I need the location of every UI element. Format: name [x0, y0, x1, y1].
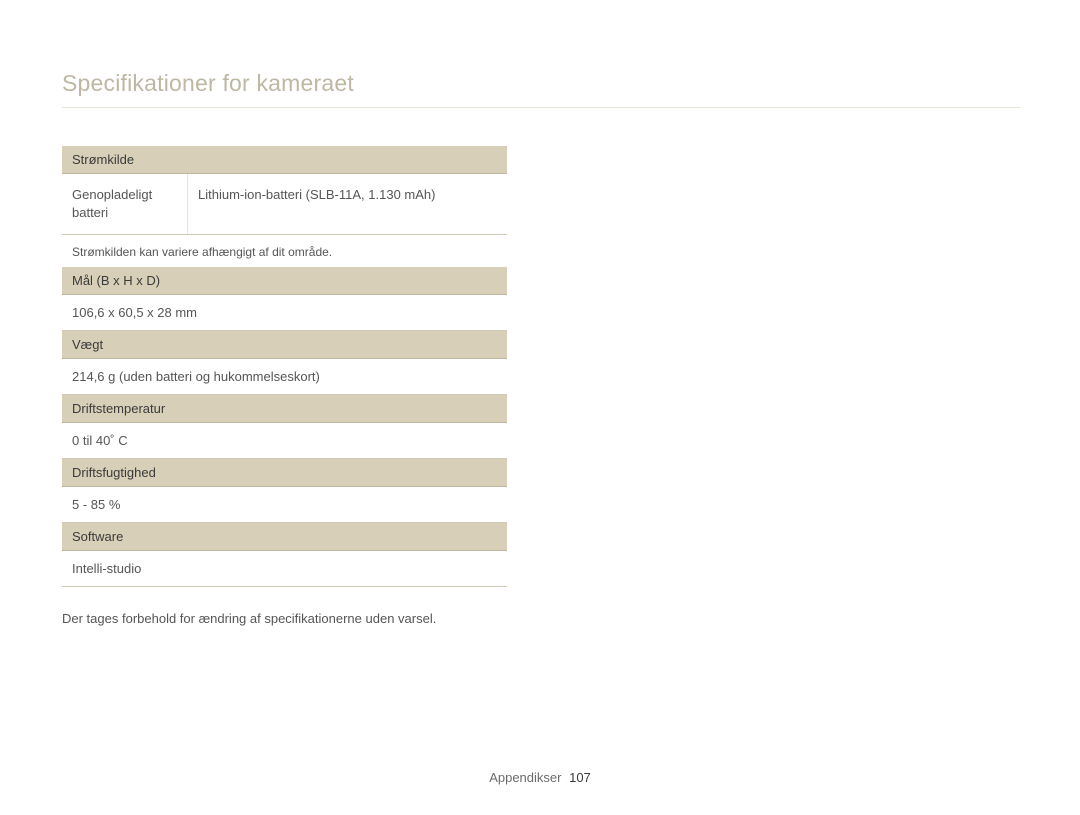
cell-value: 0 til 40˚ C: [62, 423, 507, 459]
cell-value: Lithium-ion-batteri (SLB-11A, 1.130 mAh): [188, 174, 507, 234]
table-row: Genopladeligt batteri Lithium-ion-batter…: [62, 174, 507, 235]
cell-label: Genopladeligt batteri: [62, 174, 188, 234]
cell-value: Intelli-studio: [62, 551, 507, 587]
disclaimer-text: Der tages forbehold for ændring af speci…: [62, 587, 507, 626]
footer-section: Appendikser: [489, 770, 561, 785]
section-header-software: Software: [62, 523, 507, 551]
spec-table: Strømkilde Genopladeligt batteri Lithium…: [62, 146, 507, 626]
power-note: Strømkilden kan variere afhængigt af dit…: [62, 235, 507, 267]
footer-page-number: 107: [569, 770, 591, 785]
section-header-dimensions: Mål (B x H x D): [62, 267, 507, 295]
section-header-ophum: Driftsfugtighed: [62, 459, 507, 487]
section-header-power: Strømkilde: [62, 146, 507, 174]
section-header-optemp: Driftstemperatur: [62, 395, 507, 423]
page-title: Specifikationer for kameraet: [62, 70, 1020, 108]
section-header-weight: Vægt: [62, 331, 507, 359]
cell-value: 5 - 85 %: [62, 487, 507, 523]
cell-value: 214,6 g (uden batteri og hukommelseskort…: [62, 359, 507, 395]
cell-value: 106,6 x 60,5 x 28 mm: [62, 295, 507, 331]
page-footer: Appendikser 107: [0, 770, 1080, 785]
